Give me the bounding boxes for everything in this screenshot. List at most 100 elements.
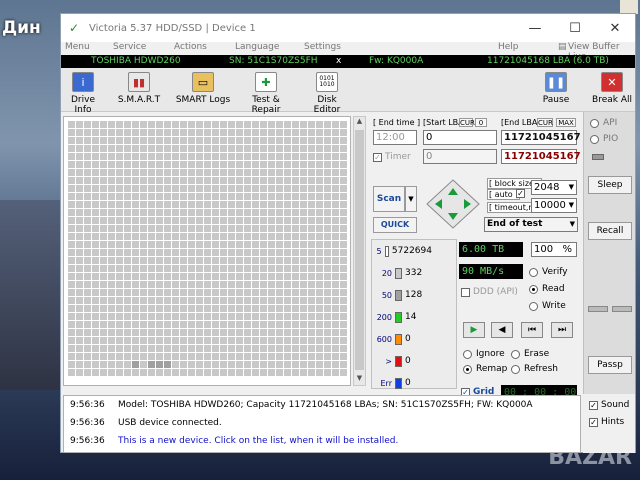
sleep-button[interactable]: Sleep	[588, 176, 632, 194]
end-lba-input[interactable]: 11721045167	[501, 130, 581, 145]
menu-item-actions[interactable]: Actions	[174, 42, 207, 52]
scroll-up-icon[interactable]: ▲	[354, 117, 365, 128]
grid-cell	[100, 305, 107, 312]
title-bar[interactable]: ✓ Victoria 5.37 HDD/SSD | Device 1 — ☐ ✕	[61, 14, 635, 42]
grid-cell	[236, 257, 243, 264]
remap-radio[interactable]: Remap	[463, 364, 507, 374]
break-all-button[interactable]: ✕ Break All	[591, 72, 633, 105]
sound-checkbox[interactable]: ✓ Sound	[589, 400, 629, 410]
minimize-button[interactable]: —	[515, 14, 555, 42]
api-radio[interactable]: API	[590, 118, 617, 128]
log-row[interactable]: 9:56:36 USB device connected.	[64, 416, 582, 430]
grid-cell	[220, 329, 227, 336]
skip-back-icon[interactable]: ⏮	[521, 322, 543, 338]
back-icon[interactable]: ◀	[491, 322, 513, 338]
smart-button[interactable]: ▮▮ S.M.A.R.T	[117, 72, 161, 105]
menu-item-language[interactable]: Language	[235, 42, 279, 52]
block-size-select[interactable]: 2048 ▼	[531, 180, 577, 195]
skip-end-icon[interactable]: ⏭	[551, 322, 573, 338]
block-stat-row[interactable]: 600 0	[372, 332, 432, 346]
view-buffer-icon[interactable]: ▤	[558, 42, 567, 52]
hints-checkbox[interactable]: ✓ Hints	[589, 417, 624, 427]
play-icon[interactable]: ▶	[463, 322, 485, 338]
log-row[interactable]: 9:56:36 Model: TOSHIBA HDWD260; Capacity …	[64, 398, 582, 412]
block-color-swatch	[384, 245, 389, 257]
pause-button[interactable]: ❚❚ Pause	[539, 72, 573, 105]
grid-cell	[236, 297, 243, 304]
quick-button[interactable]: QUICK	[373, 217, 417, 233]
grid-cell	[236, 249, 243, 256]
refresh-radio[interactable]: Refresh	[511, 364, 558, 374]
grid-cell	[116, 177, 123, 184]
grid-cell	[100, 257, 107, 264]
start-lba-input[interactable]: 0	[423, 130, 497, 145]
device-close-icon[interactable]: x	[336, 56, 341, 66]
menu-item-menu[interactable]: Menu	[65, 42, 90, 52]
grid-cell	[156, 329, 163, 336]
grid-cell	[148, 353, 155, 360]
pio-radio[interactable]: PIO	[590, 134, 618, 144]
scroll-thumb[interactable]	[355, 130, 364, 370]
block-stat-row[interactable]: >0	[372, 354, 432, 368]
block-stat-row[interactable]: 200 14	[372, 310, 432, 324]
grid-cell	[164, 329, 171, 336]
max-lba-input[interactable]: 11721045167	[501, 149, 581, 164]
grid-cell	[268, 169, 275, 176]
block-stat-row[interactable]: Err 0	[372, 376, 432, 390]
grid-scrollbar[interactable]: ▲ ▼	[353, 116, 366, 386]
ignore-radio[interactable]: Ignore	[463, 349, 505, 359]
grid-cell	[212, 361, 219, 368]
end-time-input[interactable]: 12:00	[373, 130, 417, 145]
read-radio[interactable]: Read	[529, 284, 565, 294]
grid-cell	[340, 257, 347, 264]
auto-checkbox[interactable]: ✓	[516, 189, 528, 198]
device-lba: 11721045168 LBA (6.0 TB)	[487, 56, 609, 66]
scan-button[interactable]: Scan	[373, 186, 405, 212]
grid-cell	[220, 273, 227, 280]
grid-cell	[284, 329, 291, 336]
disk-editor-button[interactable]: 0101 1010 Disk Editor	[303, 72, 351, 115]
close-button[interactable]: ✕	[595, 14, 635, 42]
grid-cell	[316, 209, 323, 216]
grid-cell	[292, 137, 299, 144]
end-mode-select[interactable]: End of test ▼	[484, 217, 578, 232]
timeout-select[interactable]: 10000 ▼	[531, 198, 577, 213]
erase-radio[interactable]: Erase	[511, 349, 549, 359]
drive-info-button[interactable]: i Drive Info	[63, 72, 103, 115]
start-cur-value[interactable]: 0	[475, 118, 487, 127]
end-cur-label[interactable]: CUR	[537, 118, 553, 127]
scroll-down-icon[interactable]: ▼	[354, 374, 365, 385]
smart-logs-button[interactable]: ▭ SMART Logs	[173, 72, 233, 105]
block-stat-row[interactable]: 20 332	[372, 266, 432, 280]
grid-cell	[204, 297, 211, 304]
passp-button[interactable]: Passp	[588, 356, 632, 374]
log-panel[interactable]: 9:56:36 Model: TOSHIBA HDWD260; Capacity …	[63, 395, 581, 453]
ddd-checkbox[interactable]: DDD (API)	[461, 287, 518, 297]
desktop-icon-label[interactable]: Дин	[2, 18, 41, 38]
menu-item-help[interactable]: Help	[498, 42, 519, 52]
grid-cell	[204, 177, 211, 184]
test-repair-button[interactable]: ✚ Test & Repair	[237, 72, 295, 115]
maximize-button[interactable]: ☐	[555, 14, 595, 42]
slider-left-icon[interactable]	[588, 306, 608, 312]
start-cur-label[interactable]: CUR	[459, 118, 475, 127]
end-max-label[interactable]: MAX	[556, 118, 576, 127]
block-stat-row[interactable]: 5 5722694	[372, 244, 432, 258]
device-bar[interactable]: TOSHIBA HDWD260 SN: 51C1S70ZS5FH x Fw: K…	[61, 55, 635, 68]
verify-radio[interactable]: Verify	[529, 267, 568, 277]
slider-right-icon[interactable]	[612, 306, 632, 312]
timer-input[interactable]: 0	[423, 149, 497, 164]
write-radio[interactable]: Write	[529, 301, 566, 311]
recall-button[interactable]: Recall	[588, 222, 632, 240]
scan-dropdown-icon[interactable]: ▼	[405, 186, 417, 212]
grid-cell	[92, 233, 99, 240]
grid-cell	[180, 297, 187, 304]
direction-pad-icon[interactable]	[425, 178, 481, 230]
log-row[interactable]: 9:56:36 This is a new device. Click on th…	[64, 434, 582, 448]
victoria-window: ✓ Victoria 5.37 HDD/SSD | Device 1 — ☐ ✕…	[60, 13, 636, 453]
menu-item-settings[interactable]: Settings	[304, 42, 341, 52]
desktop-corner-icon[interactable]	[620, 0, 638, 14]
timer-checkbox[interactable]: ✓ Timer	[373, 152, 411, 162]
block-stat-row[interactable]: 50 128	[372, 288, 432, 302]
menu-item-service[interactable]: Service	[113, 42, 146, 52]
